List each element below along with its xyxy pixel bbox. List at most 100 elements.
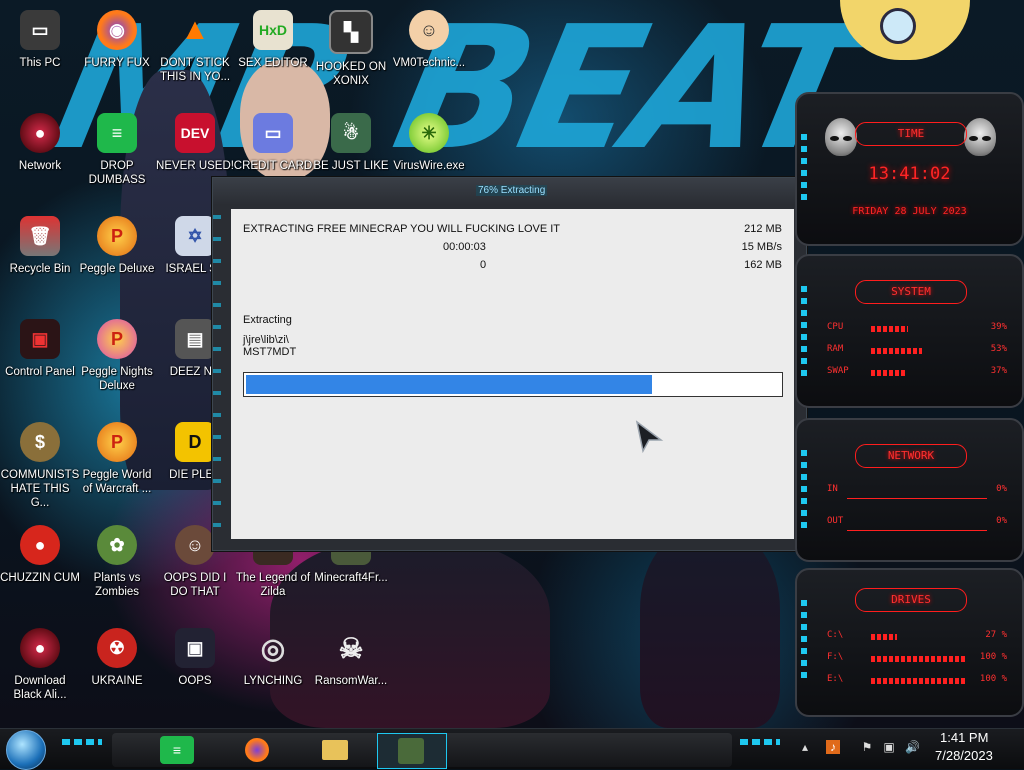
peggle-nights-icon: P [97,319,137,359]
firefox-icon: ◉ [97,10,137,50]
drive-c-label: C:\ [827,630,844,640]
icon-label: CHUZZIN CUM [0,572,80,584]
hex-editor-icon: HxD [253,10,293,50]
system-header: SYSTEM [855,280,967,304]
alien-logo-icon [825,118,857,156]
desktop-icon-dont-stick[interactable]: ▲ DONT STICK THIS IN YO... [155,10,235,84]
desktop-icon-network[interactable]: ● Network [0,113,80,173]
icon-label: Control Panel [5,366,75,378]
alien-logo-icon [964,118,996,156]
radiation-icon: ☢ [97,628,137,668]
desktop-icon-vm0technic[interactable]: ☺ VM0Technic... [389,10,469,70]
desktop-icon-this-pc[interactable]: ▭ This PC [0,10,80,70]
ram-value: 53% [990,344,1007,354]
time-header: TIME [855,122,967,146]
icon-label: UKRAINE [91,675,143,687]
icon-label: NEVER USED! [156,160,234,172]
gadget-accent [801,450,807,530]
desktop-icon-never-used[interactable]: DEV NEVER USED! [155,113,235,173]
elapsed-time: 00:00:03 [443,241,486,253]
desktop-icon-peggle-deluxe[interactable]: P Peggle Deluxe [77,216,157,276]
icon-label: COMMUNISTS HATE THIS G... [0,469,80,509]
dev-badge: DEV [180,125,210,141]
desktop-icon-download-black-ali[interactable]: ● Download Black Ali... [0,628,80,702]
drive-e-value: 100 % [979,674,1007,684]
desktop-icon-credit-card[interactable]: ▭ CREDIT CARD [233,113,313,173]
system-gadget: SYSTEM CPU 39% RAM 53% SWAP 37% [795,254,1024,408]
show-hidden-icons[interactable]: ▴ [798,740,812,754]
peggle-wow-icon: P [97,422,137,462]
taskbar-explorer-button[interactable] [318,736,352,764]
skull-icon: ☠ [338,632,364,664]
desktop-icon-recycle-bin[interactable]: 🗑 Recycle Bin [0,216,80,276]
desktop-icon-ukraine[interactable]: ☢ UKRAINE [77,628,157,688]
ram-label: RAM [827,344,844,354]
net-out-row: OUT 0% [827,516,1007,530]
desktop-icon-hooked-on-xonix[interactable]: ▚ HOOKED ON XONIX [311,10,391,88]
flower-icon: ✿ [97,525,137,565]
tray-app-icon[interactable]: ♪ [826,740,840,754]
desktop-icon-be-just-like[interactable]: ☃ BE JUST LIKE [311,113,391,173]
status-label: Extracting [243,314,292,326]
net-in-value: 0% [996,484,1007,494]
icon-label: RansomWar... [314,675,388,687]
taskbar-minecraft-button[interactable] [377,733,447,769]
icon-label: Download Black Ali... [13,675,67,701]
action-center-flag-icon[interactable]: ⚑ [860,740,874,754]
drives-gadget: DRIVES C:\ 27 % F:\ 100 % E:\ 100 % [795,568,1024,717]
drive-e-bar [871,678,967,684]
desktop-icon-lynching[interactable]: ◎ LYNCHING [233,628,313,688]
die-icon: D [175,422,215,462]
window-titlebar[interactable]: 76% Extracting [213,178,806,205]
icon-label: OOPS [178,675,212,687]
net-out-value: 0% [996,516,1007,526]
speed: 15 MB/s [741,241,782,253]
drive-f-row: F:\ 100 % [827,652,1007,666]
desktop-icon-chuzzin[interactable]: ● CHUZZIN CUM [0,525,80,585]
icon-label: BE JUST LIKE [313,160,389,172]
network-tray-icon[interactable]: ▣ [882,740,896,754]
net-out-label: OUT [827,516,844,526]
cpu-row: CPU 39% [827,322,1007,336]
desktop-icon-ransomware[interactable]: ☠ RansomWar... [311,628,391,688]
gadget-accent [801,286,807,376]
peggle-icon: P [97,216,137,256]
start-button[interactable] [6,730,46,770]
xonix-icon: ▚ [329,10,373,54]
sheets-icon: ≡ [172,742,182,758]
taskbar-accent [740,739,780,745]
gadget-clock: 13:41:02 [868,164,951,184]
current-file: MST7MDT [243,346,297,358]
desktop-icon-plants-vs-zombies[interactable]: ✿ Plants vs Zombies [77,525,157,599]
desktop-icon-furry-fux[interactable]: ◉ FURRY FUX [77,10,157,70]
desktop-icon-sex-editor[interactable]: HxD SEX EDITOR [233,10,313,70]
net-out-graph [847,530,987,531]
desktop-icon-viruswire[interactable]: ✳ VirusWire.exe [389,113,469,173]
ram-bar [871,348,922,354]
desktop-icon-drop-dumbass[interactable]: ≡ DROP DUMBASS [77,113,157,187]
desktop-icon-oops[interactable]: ▣ OOPS [155,628,235,688]
net-in-graph [847,498,987,499]
volume-icon[interactable]: 🔊 [905,740,920,754]
taskbar-firefox-button[interactable] [240,736,274,764]
drive-f-label: F:\ [827,652,844,662]
rope-icon: ◎ [260,632,286,664]
desktop-icon-control-panel[interactable]: ▣ Control Panel [0,319,80,379]
desktop-icon-peggle-wow[interactable]: P Peggle World of Warcraft ... [77,422,157,496]
time-gadget: TIME 13:41:02 FRIDAY 28 JULY 2023 [795,92,1024,246]
window-accent [213,205,221,535]
wallpaper-cartoon-eye [880,8,916,44]
icon-label: DROP DUMBASS [88,160,146,186]
taskbar-sheets-button[interactable]: ≡ [160,736,194,764]
progress-fill [246,375,652,394]
desktop-icon-peggle-nights[interactable]: P Peggle Nights Deluxe [77,319,157,393]
desktop-icon-communists[interactable]: $ COMMUNISTS HATE THIS G... [0,422,80,510]
icon-label: LYNCHING [243,675,303,687]
icon-label: FURRY FUX [84,57,150,69]
drive-c-value: 27 % [985,630,1007,640]
tray-clock-time[interactable]: 1:41 PM [940,730,988,745]
alien-eye [830,136,839,141]
current-path: j\jre\lib\zi\ [243,334,289,346]
tray-clock-date[interactable]: 7/28/2023 [935,748,993,763]
icon-label: Minecraft4Fr... [314,572,388,584]
